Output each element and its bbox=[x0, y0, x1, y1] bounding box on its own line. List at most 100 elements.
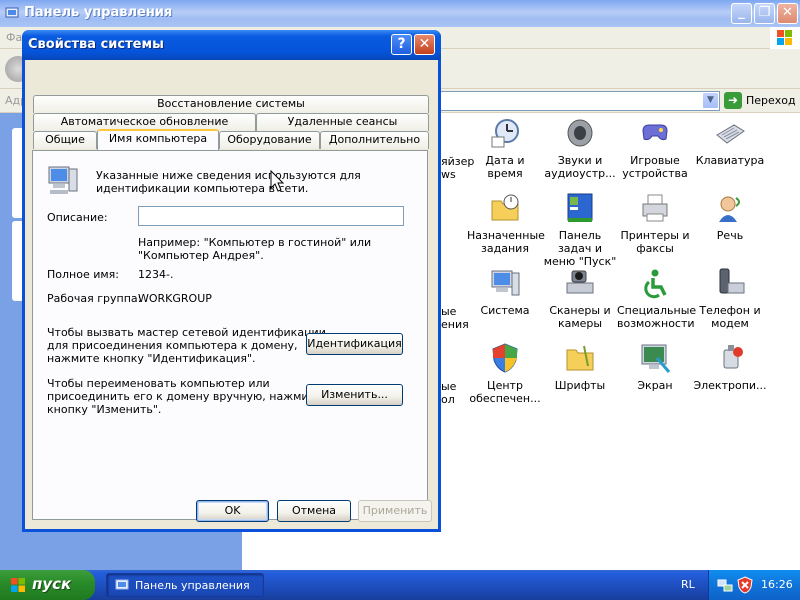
tab-computer-name[interactable]: Имя компьютера bbox=[97, 129, 219, 150]
control-panel-title: Панель управления bbox=[24, 5, 173, 20]
cp-item-label: Панель задач и меню "Пуск" bbox=[543, 229, 617, 268]
cp-item-sounds[interactable]: Звуки и аудиоустр... bbox=[542, 117, 618, 187]
cp-item-label: Сканеры и камеры bbox=[549, 304, 611, 330]
cp-item-keyboard[interactable]: Клавиатура bbox=[692, 117, 768, 187]
folder-clock-icon bbox=[491, 194, 519, 221]
identify-button[interactable]: Идентификация bbox=[306, 333, 403, 355]
minimize-button[interactable]: _ bbox=[731, 3, 752, 24]
tab-advanced[interactable]: Дополнительно bbox=[320, 131, 429, 149]
dialog-body: Восстановление системы Автоматическое об… bbox=[25, 60, 438, 529]
tab-system-restore[interactable]: Восстановление системы bbox=[33, 95, 429, 113]
cp-item-label: Дата и время bbox=[485, 154, 525, 180]
wizard-text-line3: нажмите кнопку "Идентификация". bbox=[47, 352, 256, 365]
power-icon bbox=[723, 345, 743, 369]
partial-label: ые bbox=[441, 380, 457, 393]
full-name-label: Полное имя: bbox=[47, 268, 119, 281]
address-input[interactable] bbox=[430, 91, 720, 111]
help-button[interactable]: ? bbox=[391, 34, 412, 55]
example-text-line1: Например: "Компьютер в гостиной" или bbox=[138, 236, 372, 249]
cp-item-speech[interactable]: Речь bbox=[692, 192, 768, 262]
cp-item-taskbar[interactable]: Панель задач и меню "Пуск" bbox=[542, 192, 618, 268]
windows-flag-icon bbox=[770, 27, 800, 49]
cp-item-label: Электропи... bbox=[693, 379, 767, 392]
computer-icon bbox=[491, 270, 520, 296]
windows-logo-icon bbox=[11, 578, 25, 592]
cp-item-security[interactable]: Центр обеспечен... bbox=[467, 342, 543, 412]
scanner-icon bbox=[566, 270, 594, 294]
taskbar-icon bbox=[567, 193, 593, 222]
apply-button[interactable]: Применить bbox=[358, 500, 432, 522]
description-input[interactable] bbox=[138, 206, 404, 226]
fonts-folder-icon bbox=[566, 345, 594, 371]
taskbar-item-control-panel[interactable]: Панель управления bbox=[106, 573, 264, 597]
network-icon[interactable] bbox=[717, 577, 733, 593]
tab-hardware[interactable]: Оборудование bbox=[219, 131, 320, 149]
clock[interactable]: 16:26 bbox=[761, 578, 793, 591]
security-alert-icon[interactable] bbox=[737, 576, 753, 594]
speech-icon bbox=[719, 196, 740, 222]
language-indicator[interactable]: RL bbox=[681, 578, 695, 591]
cp-item-label: Экран bbox=[637, 379, 673, 392]
address-dropdown-button[interactable]: ▼ bbox=[702, 92, 719, 109]
wizard-text-line1: Чтобы вызвать мастер сетевой идентификац… bbox=[47, 326, 326, 339]
accessibility-icon bbox=[644, 269, 667, 299]
dialog-title: Свойства системы bbox=[28, 37, 164, 52]
rename-text-line2: присоединить его к домену вручную, нажми… bbox=[47, 390, 322, 403]
wizard-text-line2: для присоединения компьютера к домену, bbox=[47, 339, 298, 352]
cp-item-label: Специальные возможности bbox=[617, 304, 697, 330]
cp-item-printers[interactable]: Принтеры и факсы bbox=[617, 192, 693, 262]
cp-item-label: Шрифты bbox=[554, 379, 606, 392]
cp-item-accessibility[interactable]: Специальные возможности bbox=[617, 267, 697, 337]
system-tray: 16:26 bbox=[708, 570, 800, 600]
tab-remote-sessions[interactable]: Удаленные сеансы bbox=[256, 113, 429, 131]
cp-item-datetime[interactable]: Дата и время bbox=[467, 117, 543, 187]
phone-modem-icon bbox=[719, 268, 745, 294]
computer-network-icon bbox=[48, 166, 78, 194]
cp-item-system[interactable]: Система bbox=[467, 267, 543, 337]
speaker-icon bbox=[567, 119, 593, 147]
partial-label: ения bbox=[441, 318, 469, 331]
go-button[interactable]: ➜ Переход bbox=[724, 92, 796, 110]
close-button[interactable]: ✕ bbox=[777, 3, 798, 24]
go-arrow-icon: ➜ bbox=[724, 92, 742, 109]
start-button[interactable]: пуск bbox=[0, 570, 95, 600]
cp-item-label: Центр обеспечен... bbox=[469, 379, 541, 405]
cp-item-label: Принтеры и факсы bbox=[620, 229, 690, 255]
control-panel-titlebar[interactable]: Панель управления _ ❐ ✕ bbox=[0, 0, 800, 27]
cp-item-label: Телефон и модем bbox=[699, 304, 761, 330]
rename-text-line1: Чтобы переименовать компьютер или bbox=[47, 377, 270, 390]
workgroup-label: Рабочая группа: bbox=[47, 292, 142, 305]
cp-item-gamecontrollers[interactable]: Игровые устройства bbox=[617, 117, 693, 187]
workgroup-value: WORKGROUP bbox=[138, 292, 212, 305]
taskbar-item-label: Панель управления bbox=[135, 579, 250, 592]
partial-label: ол bbox=[441, 393, 455, 406]
cancel-button[interactable]: Отмена bbox=[277, 500, 351, 522]
tab-panel-computer-name: Указанные ниже сведения используются для… bbox=[32, 150, 428, 520]
printer-icon bbox=[642, 194, 668, 222]
cp-item-power[interactable]: Электропи... bbox=[692, 342, 768, 412]
dialog-titlebar[interactable]: Свойства системы ? ✕ bbox=[22, 30, 441, 60]
cp-item-scheduledtasks[interactable]: Назначенные задания bbox=[467, 192, 545, 262]
menu-file[interactable]: Фа bbox=[6, 31, 22, 44]
example-text-line2: "Компьютер Андрея". bbox=[138, 249, 264, 262]
cp-item-fonts[interactable]: Шрифты bbox=[542, 342, 618, 412]
tab-general[interactable]: Общие bbox=[33, 131, 97, 149]
cp-item-phone[interactable]: Телефон и модем bbox=[692, 267, 768, 337]
full-name-value: 1234-. bbox=[138, 268, 174, 281]
cp-item-label: Система bbox=[480, 304, 530, 317]
partial-label: ws bbox=[441, 168, 456, 181]
change-button[interactable]: Изменить... bbox=[306, 384, 403, 406]
start-label: пуск bbox=[32, 575, 72, 593]
keyboard-icon bbox=[716, 124, 745, 144]
display-icon bbox=[641, 344, 671, 373]
ok-button[interactable]: OK bbox=[196, 500, 269, 522]
shield-icon bbox=[492, 343, 518, 373]
cp-item-label: Речь bbox=[716, 229, 744, 242]
cp-item-label: Назначенные задания bbox=[467, 229, 545, 255]
dialog-close-button[interactable]: ✕ bbox=[414, 34, 435, 55]
description-label: Описание: bbox=[47, 211, 108, 224]
go-label: Переход bbox=[746, 94, 796, 107]
cp-item-scanners[interactable]: Сканеры и камеры bbox=[542, 267, 618, 337]
cp-item-display[interactable]: Экран bbox=[617, 342, 693, 412]
maximize-button[interactable]: ❐ bbox=[754, 3, 775, 24]
